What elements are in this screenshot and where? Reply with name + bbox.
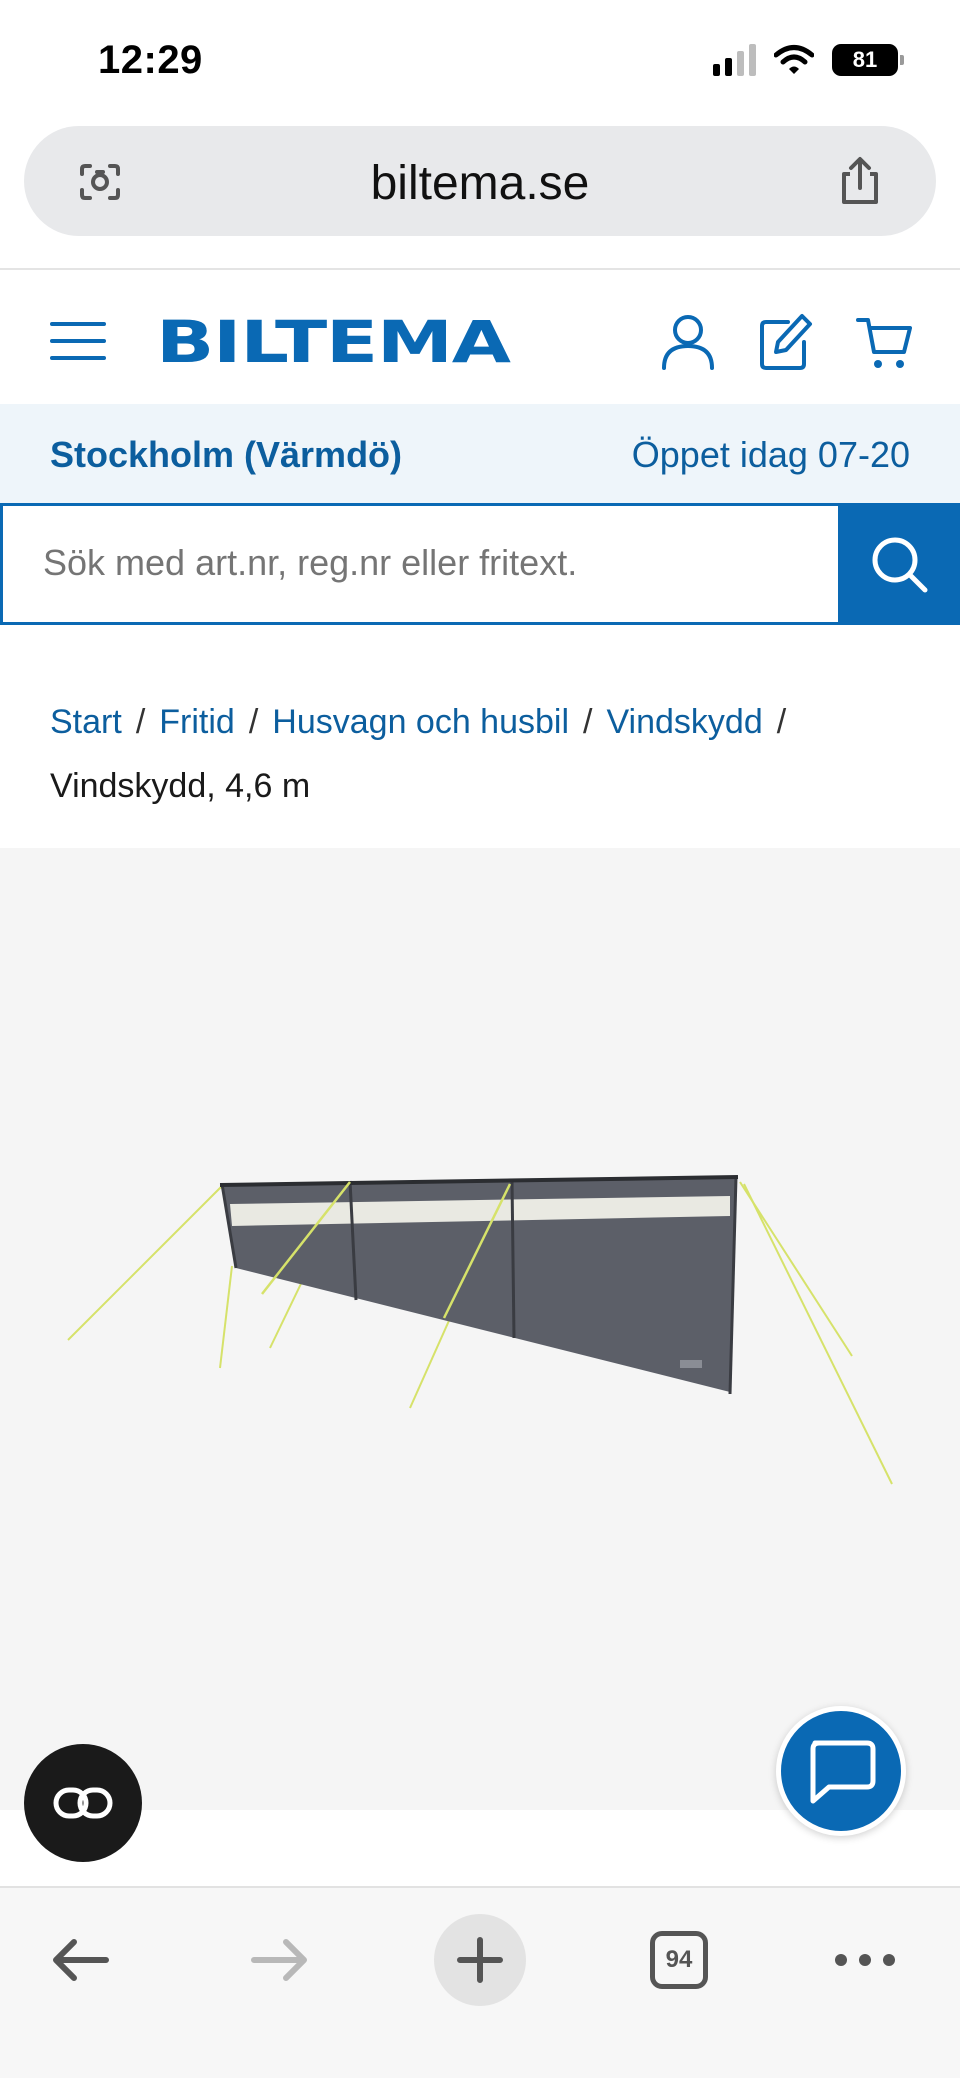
reader-mode-button[interactable]	[24, 1744, 142, 1862]
plus-icon	[457, 1937, 503, 1983]
search-button[interactable]	[838, 503, 960, 625]
biltema-logo[interactable]: BILTEMA	[156, 310, 511, 374]
status-indicators: 81	[713, 44, 904, 76]
breadcrumb: Start / Fritid / Husvagn och husbil / Vindskyd…	[50, 690, 910, 818]
product-image[interactable]	[0, 848, 960, 1810]
breadcrumb-link-vindskydd[interactable]: Vindskydd	[606, 703, 762, 741]
battery-indicator: 81	[832, 44, 904, 76]
browser-toolbar: 94	[0, 1886, 960, 2078]
search-box	[0, 503, 960, 625]
breadcrumb-current: Vindskydd, 4,6 m	[50, 767, 311, 805]
forward-button[interactable]	[244, 1924, 316, 1996]
back-arrow-icon	[53, 1939, 109, 1981]
search-icon	[872, 537, 928, 593]
tab-count: 94	[665, 1946, 693, 1973]
url-text[interactable]: biltema.se	[24, 156, 936, 211]
breadcrumb-separator: /	[583, 703, 593, 741]
search-input[interactable]	[43, 542, 823, 584]
windbreak-illustration	[67, 1175, 893, 1485]
tabs-icon: 94	[650, 1931, 708, 1989]
store-hours: Öppet idag 07-20	[631, 434, 910, 475]
address-bar[interactable]: biltema.se	[24, 126, 936, 236]
wifi-icon	[774, 45, 814, 74]
store-name[interactable]: Stockholm (Värmdö)	[50, 434, 402, 476]
breadcrumb-separator: /	[135, 703, 146, 741]
breadcrumb-link-start[interactable]: Start	[50, 703, 122, 741]
status-bar: 12:29 81	[0, 0, 960, 120]
breadcrumb-separator: /	[776, 703, 787, 741]
chat-icon	[810, 1740, 876, 1804]
reader-icon	[53, 1787, 113, 1819]
new-tab-button[interactable]	[434, 1914, 526, 2006]
store-bar[interactable]: Stockholm (Värmdö) Öppet idag 07-20	[0, 404, 960, 504]
breadcrumb-link-fritid[interactable]: Fritid	[159, 703, 235, 741]
cart-icon[interactable]	[856, 312, 912, 372]
breadcrumb-separator: /	[248, 703, 259, 741]
menu-icon[interactable]	[50, 320, 106, 362]
tabs-button[interactable]: 94	[648, 1924, 710, 1996]
battery-level: 81	[852, 47, 878, 72]
edit-icon[interactable]	[758, 312, 814, 372]
more-icon	[835, 1954, 895, 1966]
back-button[interactable]	[44, 1924, 116, 1996]
user-icon[interactable]	[660, 312, 716, 372]
share-icon[interactable]	[838, 156, 882, 206]
forward-arrow-icon	[251, 1939, 307, 1981]
chat-button[interactable]	[776, 1706, 906, 1836]
more-button[interactable]	[830, 1924, 900, 1996]
cellular-signal-icon	[713, 44, 756, 76]
breadcrumb-link-husvagn[interactable]: Husvagn och husbil	[272, 703, 569, 741]
site-header: BILTEMA	[0, 270, 960, 404]
status-time: 12:29	[98, 38, 203, 82]
